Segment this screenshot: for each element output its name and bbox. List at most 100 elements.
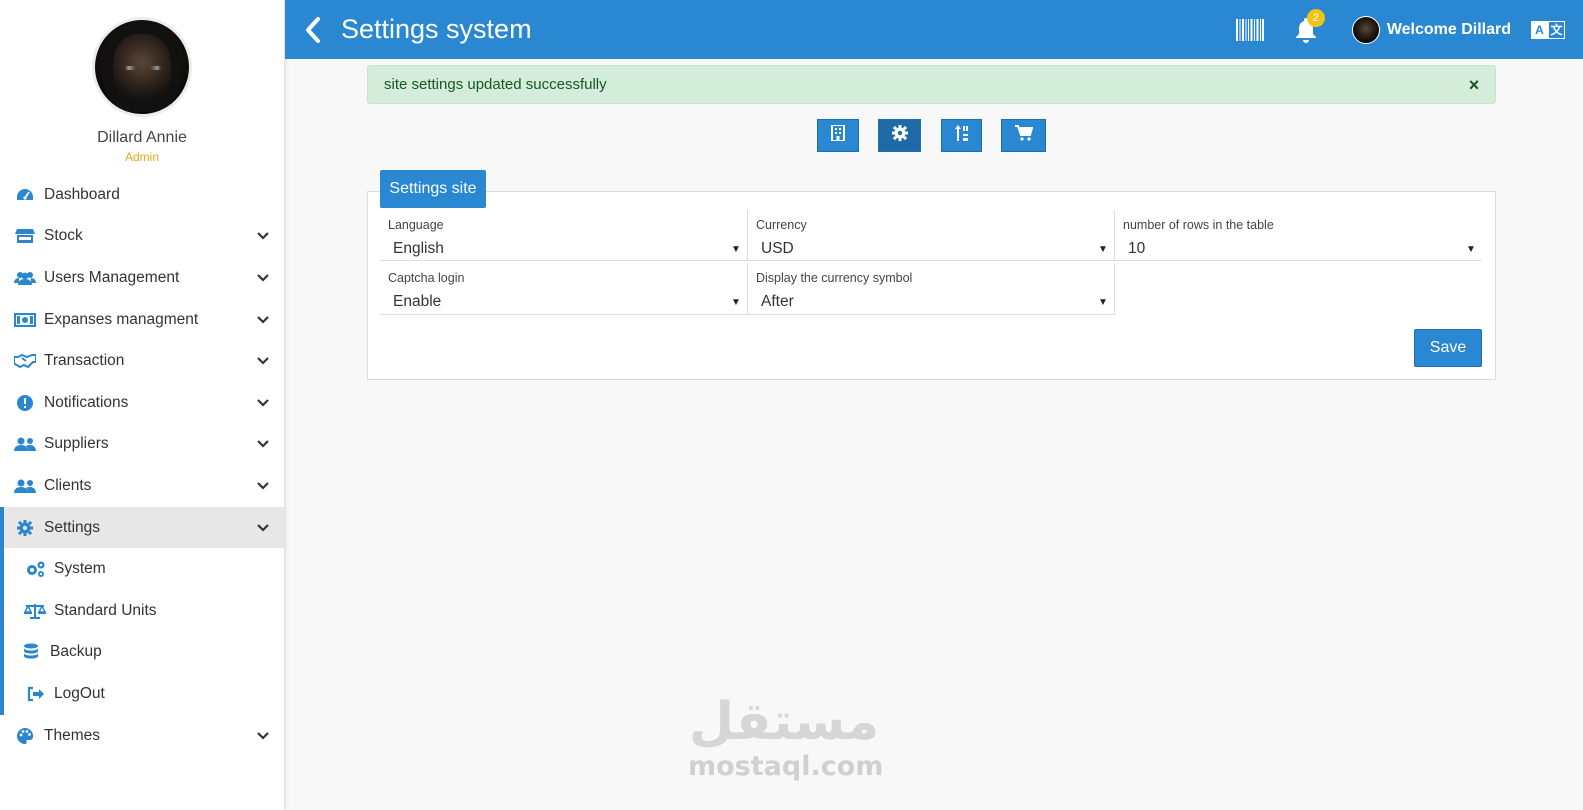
header-actions: 2 Welcome Dillard A 文 xyxy=(1235,0,1583,59)
chevron-down-icon[interactable] xyxy=(256,229,270,243)
sidebar-item-system[interactable]: System xyxy=(4,548,284,590)
sidebar-item-clients[interactable]: Clients xyxy=(0,465,284,507)
captcha-label: Captcha login xyxy=(388,271,465,285)
sidebar-item-transaction[interactable]: Transaction xyxy=(0,340,284,382)
sort-settings-button[interactable] xyxy=(941,119,982,152)
save-button[interactable]: Save xyxy=(1414,329,1482,367)
sidebar-item-label: Expanses managment xyxy=(44,310,199,328)
sidebar-item-expanses-managment[interactable]: Expanses managment xyxy=(0,299,284,341)
avatar[interactable] xyxy=(92,17,192,117)
sidebar-item-label: Notifications xyxy=(44,393,129,411)
alert-message: site settings updated successfully xyxy=(384,76,607,93)
welcome-text[interactable]: Welcome Dillard xyxy=(1387,21,1511,39)
currency-symbol-value: After xyxy=(761,293,794,310)
sidebar-item-label: Transaction xyxy=(44,352,125,370)
dropdown-arrow-icon: ▼ xyxy=(1466,243,1476,255)
currency-symbol-field: Display the currency symbol After ▼ xyxy=(748,263,1115,315)
profile: Dillard Annie Admin xyxy=(0,0,284,164)
money-bill-icon xyxy=(14,311,36,329)
chevron-down-icon[interactable] xyxy=(256,354,270,368)
profile-role: Admin xyxy=(124,150,159,164)
currency-label: Currency xyxy=(756,218,807,232)
back-arrow-icon[interactable] xyxy=(305,16,323,43)
palette-icon xyxy=(14,727,36,745)
users-icon xyxy=(14,477,36,495)
sidebar-item-stock[interactable]: Stock xyxy=(0,216,284,258)
notifications-bell[interactable]: 2 xyxy=(1294,8,1325,44)
cart-icon xyxy=(1014,125,1033,146)
company-settings-button[interactable] xyxy=(817,119,859,152)
chevron-down-icon[interactable] xyxy=(256,479,270,493)
currency-symbol-label: Display the currency symbol xyxy=(756,271,913,285)
cog-icon xyxy=(891,125,908,146)
currency-symbol-select[interactable]: After ▼ xyxy=(761,291,1108,313)
tab-settings-site[interactable]: Settings site xyxy=(380,170,486,208)
captcha-select[interactable]: Enable ▼ xyxy=(393,291,741,313)
store-icon xyxy=(14,227,36,245)
balance-scale-icon xyxy=(24,602,46,620)
building-icon xyxy=(831,124,845,146)
sidebar-menu-bottom: Themes xyxy=(0,715,284,757)
rows-select[interactable]: 10 ▼ xyxy=(1128,238,1476,260)
sidebar-item-label: Themes xyxy=(44,726,100,744)
sidebar-item-label: LogOut xyxy=(54,684,105,702)
language-field: Language English ▼ xyxy=(380,210,748,261)
success-alert: site settings updated successfully × xyxy=(367,65,1496,104)
users-icon xyxy=(14,435,36,453)
currency-value: USD xyxy=(761,240,794,257)
sidebar-item-themes[interactable]: Themes xyxy=(0,715,284,757)
sidebar-item-label: Stock xyxy=(44,227,83,245)
dropdown-arrow-icon: ▼ xyxy=(731,243,741,255)
sales-settings-button[interactable] xyxy=(1001,119,1046,152)
sign-out-icon xyxy=(24,685,46,703)
page-title: Settings system xyxy=(341,14,532,44)
notification-count-badge: 2 xyxy=(1306,8,1325,27)
profile-name: Dillard Annie xyxy=(97,129,187,146)
dropdown-arrow-icon: ▼ xyxy=(731,296,741,308)
chevron-down-icon[interactable] xyxy=(256,521,270,535)
sidebar-item-standard-units[interactable]: Standard Units xyxy=(4,590,284,632)
sidebar-item-logout[interactable]: LogOut xyxy=(4,673,284,715)
language-select[interactable]: English ▼ xyxy=(393,238,741,260)
rows-value: 10 xyxy=(1128,240,1146,257)
cogs-icon xyxy=(24,560,46,578)
language-toggle-button[interactable]: A 文 xyxy=(1531,20,1565,39)
dashboard-icon xyxy=(14,186,36,204)
settings-submenu: System Standard Units Backup LogOut xyxy=(0,548,284,715)
system-settings-button[interactable] xyxy=(878,119,921,152)
sidebar-item-notifications[interactable]: Notifications xyxy=(0,382,284,424)
sidebar-item-dashboard[interactable]: Dashboard xyxy=(0,174,284,216)
chevron-down-icon[interactable] xyxy=(256,396,270,410)
currency-field: Currency USD ▼ xyxy=(748,210,1115,261)
rows-label: number of rows in the table xyxy=(1123,218,1274,232)
sidebar-item-backup[interactable]: Backup xyxy=(4,632,284,674)
cog-icon xyxy=(14,519,36,537)
user-avatar[interactable] xyxy=(1351,15,1380,44)
watermark-latin: mostaql.com xyxy=(688,751,884,782)
sidebar-item-label: Suppliers xyxy=(44,435,109,453)
sidebar-item-suppliers[interactable]: Suppliers xyxy=(0,424,284,466)
barcode-icon[interactable] xyxy=(1235,18,1264,41)
dropdown-arrow-icon: ▼ xyxy=(1098,296,1108,308)
lang-b-label: 文 xyxy=(1548,20,1565,39)
sidebar-item-users-management[interactable]: Users Management xyxy=(0,257,284,299)
sidebar-item-label: Clients xyxy=(44,476,92,494)
chevron-down-icon[interactable] xyxy=(256,271,270,285)
close-icon[interactable]: × xyxy=(1467,76,1481,94)
handshake-icon xyxy=(14,352,36,370)
currency-select[interactable]: USD ▼ xyxy=(761,238,1108,260)
sidebar-item-settings[interactable]: Settings xyxy=(0,506,284,549)
database-icon xyxy=(20,643,42,661)
lang-a-label: A xyxy=(1531,20,1548,39)
sort-icon xyxy=(954,125,970,146)
exclamation-circle-icon xyxy=(14,394,36,412)
sidebar-item-label: Users Management xyxy=(44,268,180,286)
chevron-down-icon[interactable] xyxy=(256,437,270,451)
chevron-down-icon[interactable] xyxy=(256,729,270,743)
captcha-field: Captcha login Enable ▼ xyxy=(380,263,748,315)
language-value: English xyxy=(393,240,444,257)
top-bar: Settings system 2 Welcome Dillard A 文 xyxy=(285,0,1583,59)
captcha-value: Enable xyxy=(393,293,442,310)
language-label: Language xyxy=(388,218,444,232)
chevron-down-icon[interactable] xyxy=(256,313,270,327)
